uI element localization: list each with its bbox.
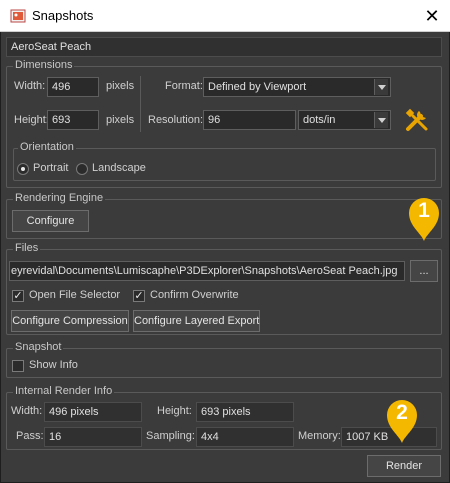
configure-compression-button[interactable]: Configure Compression [11, 310, 129, 332]
height-label: Height: [14, 114, 49, 126]
confirm-overwrite-label[interactable]: Confirm Overwrite [150, 289, 239, 301]
memory-label: Memory: [298, 430, 341, 442]
portrait-radio[interactable] [17, 163, 29, 175]
snapshot-group-label: Snapshot [13, 341, 64, 353]
pass-label: Pass: [16, 430, 44, 442]
render-button[interactable]: Render [367, 455, 441, 477]
chevron-down-icon[interactable] [374, 79, 388, 95]
render-height-value: 693 pixels [196, 402, 294, 422]
render-width-value: 496 pixels [44, 402, 142, 422]
sampling-value: 4x4 [196, 427, 294, 447]
callout-pin-1: 1 [406, 196, 442, 242]
callout-pin-2: 2 [384, 398, 420, 444]
landscape-label[interactable]: Landscape [92, 162, 146, 174]
format-label: Format: [165, 80, 203, 92]
open-file-selector-label[interactable]: Open File Selector [29, 289, 120, 301]
resolution-unit-select[interactable]: dots/in [298, 110, 391, 130]
height-input[interactable]: 693 [47, 110, 99, 130]
sampling-label: Sampling: [146, 430, 195, 442]
portrait-label[interactable]: Portrait [33, 162, 68, 174]
resolution-input[interactable]: 96 [203, 110, 296, 130]
callout-number: 2 [396, 401, 408, 424]
configure-engine-button[interactable]: Configure [12, 210, 89, 232]
format-select[interactable]: Defined by Viewport [203, 77, 391, 97]
show-info-label[interactable]: Show Info [29, 359, 78, 371]
format-value: Defined by Viewport [208, 81, 307, 93]
chevron-down-icon[interactable] [374, 112, 388, 128]
landscape-radio[interactable] [76, 163, 88, 175]
snapshot-name-input[interactable]: AeroSeat Peach [6, 37, 442, 57]
render-height-label: Height: [157, 405, 192, 417]
width-label: Width: [14, 80, 46, 92]
show-info-checkbox[interactable] [12, 360, 24, 372]
resolution-unit-value: dots/in [303, 114, 336, 126]
open-file-selector-checkbox[interactable]: ✓ [12, 290, 24, 302]
files-group-label: Files [13, 242, 41, 254]
width-input[interactable]: 496 [47, 77, 99, 97]
width-unit: pixels [106, 80, 135, 92]
close-icon[interactable]: ✕ [424, 6, 439, 26]
file-path-input[interactable]: eyrevidal\Documents\Lumiscaphe\P3DExplor… [9, 261, 405, 281]
rendering-engine-group-label: Rendering Engine [13, 192, 106, 204]
render-width-label: Width: [11, 405, 43, 417]
internal-render-info-group-label: Internal Render Info [13, 385, 115, 397]
window-title: Snapshots [32, 8, 94, 23]
pass-value: 16 [44, 427, 142, 447]
height-unit: pixels [106, 114, 135, 126]
app-icon [10, 9, 26, 23]
resolution-label: Resolution: [148, 114, 204, 126]
configure-layered-export-button[interactable]: Configure Layered Export [133, 310, 260, 332]
confirm-overwrite-checkbox[interactable]: ✓ [133, 290, 145, 302]
dimensions-group-label: Dimensions [13, 59, 75, 71]
callout-number: 1 [418, 199, 430, 222]
title-bar: Snapshots ✕ [0, 0, 450, 32]
dimensions-divider [140, 76, 141, 132]
orientation-group-label: Orientation [18, 141, 76, 153]
close-button[interactable]: ✕ [418, 4, 446, 28]
browse-button[interactable]: ... [410, 260, 438, 282]
tools-icon[interactable] [404, 107, 430, 133]
